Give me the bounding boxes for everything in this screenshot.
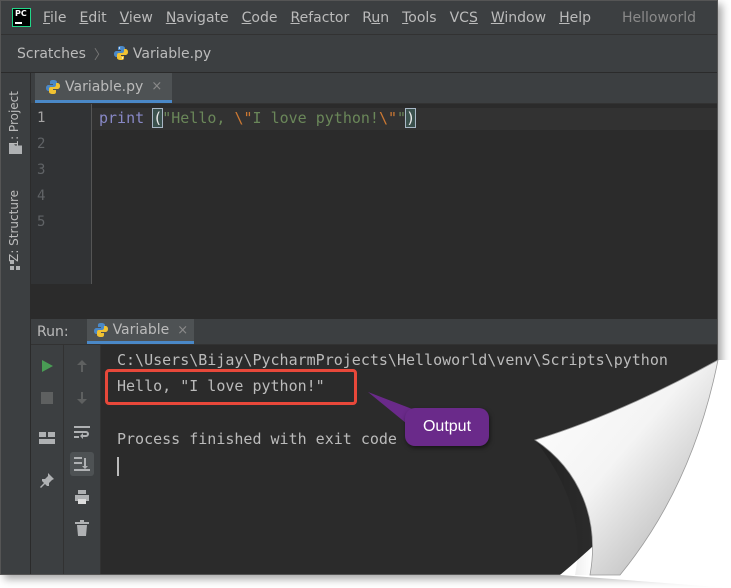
close-tab-icon[interactable]: × — [151, 79, 162, 94]
rerun-play-icon[interactable] — [38, 357, 56, 375]
layout-icon[interactable] — [38, 429, 56, 447]
soft-wrap-icon[interactable] — [73, 423, 91, 441]
run-toolbar-primary — [31, 345, 64, 574]
menu-window[interactable]: Window — [491, 10, 546, 26]
menu-code[interactable]: Code — [242, 10, 278, 26]
editor-tab-variable-py[interactable]: Variable.py × — [35, 73, 173, 103]
line-number: 5 — [37, 214, 46, 230]
code-line-1: print ("Hello, \"I love python!\"") — [99, 108, 417, 128]
structure-tool-tab[interactable]: Z: Structure — [7, 190, 21, 262]
output-highlight-box — [105, 369, 357, 405]
print-icon[interactable] — [73, 488, 91, 506]
trash-icon[interactable] — [73, 519, 91, 537]
close-run-tab-icon[interactable]: × — [177, 323, 188, 338]
run-tab-label: Variable — [112, 322, 170, 338]
line-number: 1 — [37, 110, 46, 126]
folder-icon — [9, 144, 22, 154]
console-command-line: C:\Users\Bijay\PycharmProjects\Helloworl… — [117, 351, 668, 369]
breadcrumb-separator-icon: 〉 — [93, 48, 107, 63]
run-tool-window-header: Run: Variable × — [31, 319, 717, 345]
output-callout: Output — [405, 408, 489, 446]
menu-tools[interactable]: Tools — [402, 10, 437, 26]
breadcrumb-file[interactable]: Variable.py — [113, 45, 211, 62]
python-run-icon — [93, 323, 108, 337]
pin-icon[interactable] — [38, 471, 56, 489]
menu-edit[interactable]: Edit — [79, 10, 106, 26]
scroll-to-end-icon[interactable] — [70, 452, 94, 476]
pycharm-logo-icon — [12, 8, 31, 27]
menu-run[interactable]: Run — [362, 10, 389, 26]
left-tool-stripe: 1: Project Z: Structure — [1, 73, 31, 574]
python-file-icon — [46, 79, 60, 94]
run-tab-variable[interactable]: Variable × — [86, 319, 195, 344]
structure-icon — [10, 260, 20, 270]
up-arrow-icon[interactable] — [73, 357, 91, 375]
menu-refactor[interactable]: Refactor — [290, 10, 349, 26]
window-title: Helloworld — [622, 9, 697, 26]
menu-help[interactable]: Help — [559, 10, 591, 26]
editor-splitter[interactable] — [31, 284, 717, 320]
code-editor[interactable]: print ("Hello, \"I love python!\"") — [92, 104, 717, 284]
breadcrumb-scratches[interactable]: Scratches — [17, 46, 86, 62]
project-tool-tab[interactable]: 1: Project — [7, 91, 21, 148]
editor-tab-label: Variable.py — [65, 78, 144, 95]
editor-tab-bar: Variable.py × — [31, 73, 717, 104]
run-toolbar-secondary — [64, 345, 101, 574]
ide-window: File Edit View Navigate Code Refactor Ru… — [0, 0, 718, 575]
menu-vcs[interactable]: VCS — [450, 10, 478, 26]
menu-navigate[interactable]: Navigate — [166, 10, 229, 26]
breadcrumb: Scratches 〉 Variable.py — [1, 35, 717, 73]
down-arrow-icon[interactable] — [73, 389, 91, 407]
menu-bar: File Edit View Navigate Code Refactor Ru… — [1, 1, 717, 35]
menu-view[interactable]: View — [120, 10, 153, 26]
menu-file[interactable]: File — [43, 10, 66, 26]
run-label: Run: — [37, 323, 69, 340]
line-number-gutter: 1 2 3 4 5 — [31, 104, 92, 284]
line-number: 2 — [37, 136, 46, 152]
console-caret — [117, 457, 119, 476]
line-number: 4 — [37, 188, 46, 204]
python-file-icon — [113, 46, 128, 60]
console-finished-line: Process finished with exit code — [117, 430, 397, 448]
stop-icon[interactable] — [38, 389, 56, 407]
line-number: 3 — [37, 162, 46, 178]
